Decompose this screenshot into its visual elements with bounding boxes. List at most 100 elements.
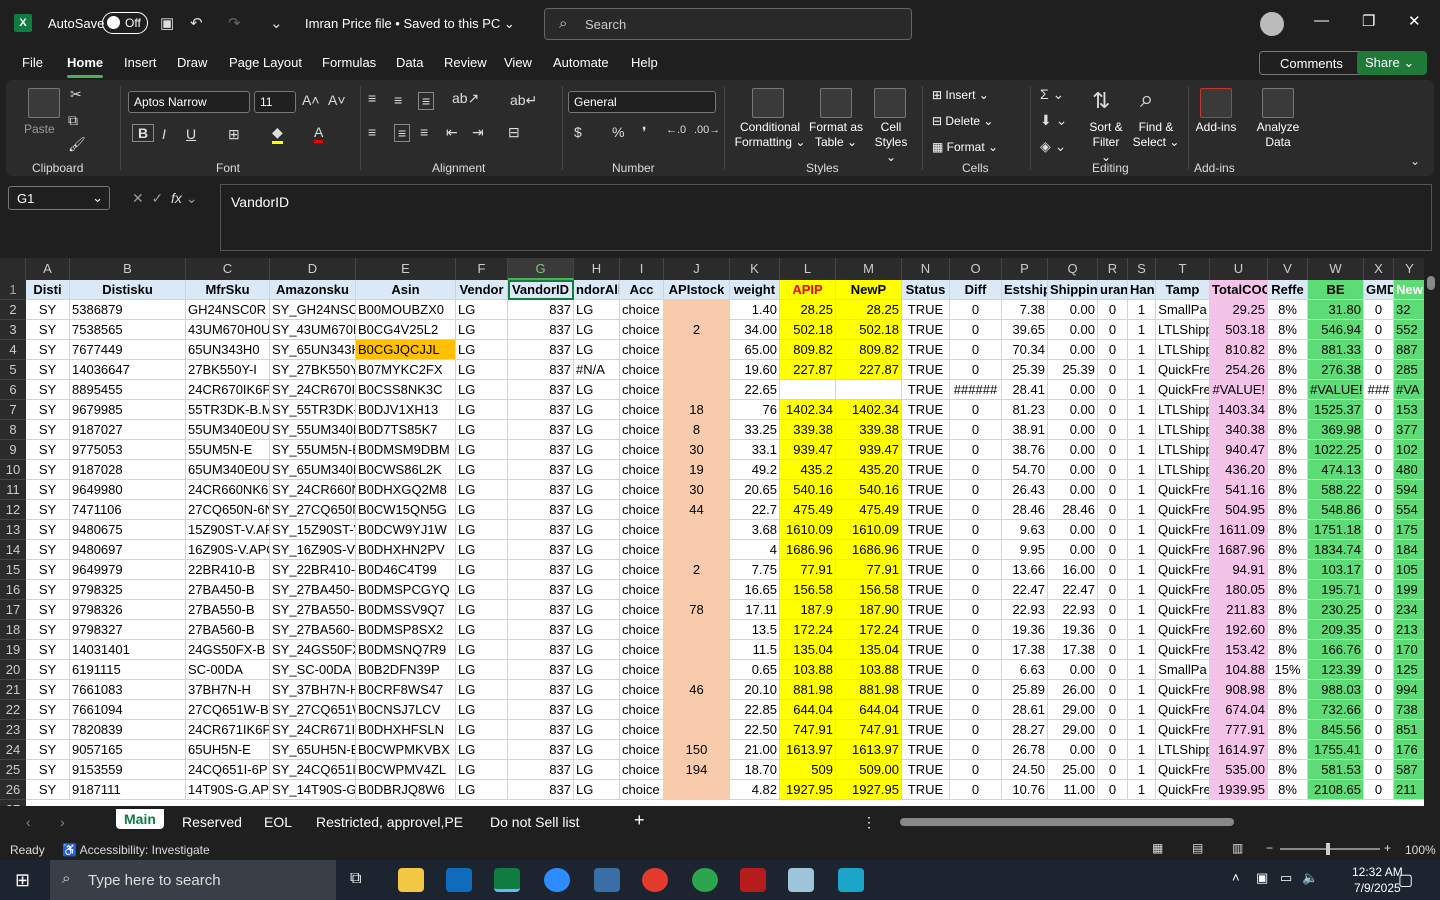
cell-p7[interactable]: 81.23	[1002, 400, 1048, 420]
volume-icon[interactable]: 🔈	[1302, 870, 1318, 886]
cell-c6[interactable]: 24CR670IK6P	[186, 380, 270, 400]
cell-e7[interactable]: B0DJV1XH13	[356, 400, 456, 420]
cell-d23[interactable]: SY_24CR671IK	[270, 720, 356, 740]
italic-icon[interactable]: I	[162, 126, 166, 142]
cell-w21[interactable]: 988.03	[1308, 680, 1364, 700]
cell-q26[interactable]: 11.00	[1048, 780, 1098, 800]
zoom-app-icon[interactable]	[544, 868, 570, 892]
cell-t6[interactable]: QuickFre	[1156, 380, 1210, 400]
cell-n26[interactable]: TRUE	[902, 780, 950, 800]
cell-j17[interactable]: 78	[664, 600, 730, 620]
cell-r22[interactable]: 0	[1098, 700, 1128, 720]
cell-c4[interactable]: 65UN343H0	[186, 340, 270, 360]
cell-d17[interactable]: SY_27BA550-E	[270, 600, 356, 620]
cell-n22[interactable]: TRUE	[902, 700, 950, 720]
row-header[interactable]: 24	[0, 740, 26, 760]
cell-q3[interactable]: 0.00	[1048, 320, 1098, 340]
cell-y25[interactable]: 587	[1394, 760, 1424, 780]
cell-u7[interactable]: 1403.34	[1210, 400, 1268, 420]
cell-t13[interactable]: QuickFre	[1156, 520, 1210, 540]
cell-w25[interactable]: 581.53	[1308, 760, 1364, 780]
cell-h22[interactable]: LG	[574, 700, 620, 720]
cell-k17[interactable]: 17.11	[730, 600, 780, 620]
cell-n10[interactable]: TRUE	[902, 460, 950, 480]
header-cell-h[interactable]: ndorAll	[574, 280, 620, 300]
cell-a22[interactable]: SY	[26, 700, 70, 720]
cell-g23[interactable]: 837	[508, 720, 574, 740]
cell-k25[interactable]: 18.70	[730, 760, 780, 780]
cell-x12[interactable]: 0	[1364, 500, 1394, 520]
cell-g7[interactable]: 837	[508, 400, 574, 420]
cell-r9[interactable]: 0	[1098, 440, 1128, 460]
cell-u23[interactable]: 777.91	[1210, 720, 1268, 740]
cell-o22[interactable]: 0	[950, 700, 1002, 720]
cell-r13[interactable]: 0	[1098, 520, 1128, 540]
cell-x16[interactable]: 0	[1364, 580, 1394, 600]
cell-m21[interactable]: 881.98	[836, 680, 902, 700]
column-header-f[interactable]: F	[456, 258, 508, 280]
network-icon[interactable]: ▭	[1280, 870, 1292, 886]
cell-h16[interactable]: LG	[574, 580, 620, 600]
cell-j25[interactable]: 194	[664, 760, 730, 780]
row-header[interactable]: 14	[0, 540, 26, 560]
cell-h15[interactable]: LG	[574, 560, 620, 580]
cell-t11[interactable]: QuickFre	[1156, 480, 1210, 500]
cell-y8[interactable]: 377	[1394, 420, 1424, 440]
cell-q18[interactable]: 19.36	[1048, 620, 1098, 640]
cell-r15[interactable]: 0	[1098, 560, 1128, 580]
cell-p25[interactable]: 24.50	[1002, 760, 1048, 780]
collapse-ribbon-icon[interactable]: ⌄	[1410, 154, 1420, 168]
cell-x24[interactable]: 0	[1364, 740, 1394, 760]
delete-cells-button[interactable]: ⊟ Delete ⌄	[932, 114, 993, 129]
cell-i18[interactable]: choice	[620, 620, 664, 640]
sort-filter-icon[interactable]: ⇅	[1092, 88, 1110, 114]
undo-icon[interactable]: ↶	[190, 14, 203, 32]
find-select-icon[interactable]: ⌕	[1140, 86, 1153, 114]
cell-t24[interactable]: LTLShipp	[1156, 740, 1210, 760]
cell-m3[interactable]: 502.18	[836, 320, 902, 340]
cell-w23[interactable]: 845.56	[1308, 720, 1364, 740]
cell-e12[interactable]: B0CW15QN5G	[356, 500, 456, 520]
cell-p17[interactable]: 22.93	[1002, 600, 1048, 620]
cell-f14[interactable]: LG	[456, 540, 508, 560]
align-top-icon[interactable]: ≡	[368, 90, 376, 106]
row-header[interactable]: 1	[0, 280, 26, 300]
cell-c11[interactable]: 24CR660NK6F	[186, 480, 270, 500]
format-painter-icon[interactable]: 🖌	[68, 136, 86, 153]
cell-p10[interactable]: 54.70	[1002, 460, 1048, 480]
cell-i20[interactable]: choice	[620, 660, 664, 680]
cell-a2[interactable]: SY	[26, 300, 70, 320]
network-app-icon[interactable]	[838, 868, 864, 892]
cell-w12[interactable]: 548.86	[1308, 500, 1364, 520]
cell-s12[interactable]: 1	[1128, 500, 1156, 520]
cell-i9[interactable]: choice	[620, 440, 664, 460]
cell-m24[interactable]: 1613.97	[836, 740, 902, 760]
autosum-icon[interactable]: Σ ⌄	[1040, 86, 1064, 103]
row-header[interactable]: 3	[0, 320, 26, 340]
select-all-corner[interactable]	[0, 258, 26, 280]
cell-o10[interactable]: 0	[950, 460, 1002, 480]
cell-d14[interactable]: SY_16Z90S-V.A	[270, 540, 356, 560]
cell-f24[interactable]: LG	[456, 740, 508, 760]
column-header-x[interactable]: X	[1364, 258, 1394, 280]
cell-d6[interactable]: SY_24CR670IK	[270, 380, 356, 400]
sort-filter-button[interactable]: Sort & Filter ⌄	[1086, 120, 1126, 165]
cell-b20[interactable]: 6191115	[70, 660, 186, 680]
cell-r7[interactable]: 0	[1098, 400, 1128, 420]
cell-u16[interactable]: 180.05	[1210, 580, 1268, 600]
cancel-icon[interactable]: ✕	[132, 190, 144, 206]
cell-i15[interactable]: choice	[620, 560, 664, 580]
cell-o15[interactable]: 0	[950, 560, 1002, 580]
header-cell-f[interactable]: Vendor	[456, 280, 508, 300]
cell-o23[interactable]: 0	[950, 720, 1002, 740]
cell-n3[interactable]: TRUE	[902, 320, 950, 340]
cell-a14[interactable]: SY	[26, 540, 70, 560]
taskbar-search[interactable]: ⌕ Type here to search	[50, 860, 336, 900]
cell-h12[interactable]: LG	[574, 500, 620, 520]
cell-g15[interactable]: 837	[508, 560, 574, 580]
row-header[interactable]: 21	[0, 680, 26, 700]
header-cell-s[interactable]: Han	[1128, 280, 1156, 300]
header-cell-e[interactable]: Asin	[356, 280, 456, 300]
prev-sheet-icon[interactable]: ‹	[26, 814, 31, 830]
cell-n20[interactable]: TRUE	[902, 660, 950, 680]
